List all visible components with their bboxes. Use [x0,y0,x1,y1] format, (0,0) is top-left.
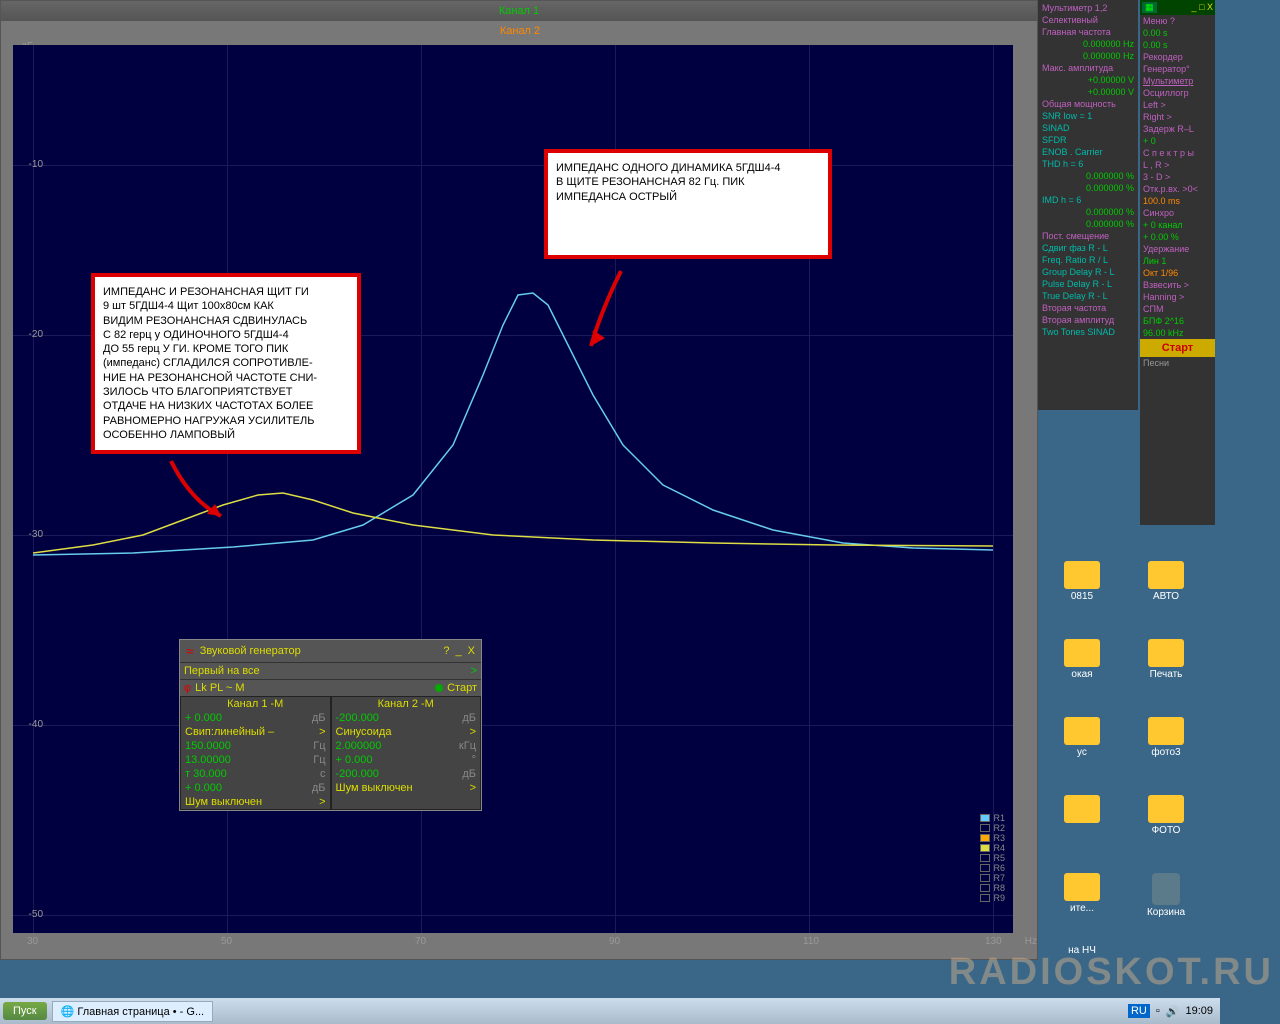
tray-icon[interactable]: ▫ [1156,1005,1160,1017]
desktop-icon[interactable]: окая [1040,633,1124,711]
x-tick: 110 [803,936,819,947]
plot-title: Канал 2 [1,25,1039,37]
desktop-icons: 0815 АВТО окая Печать ус фото3 ФОТО ите.… [1040,555,1210,1023]
soundgen-title: Звуковой генератор [200,645,438,657]
taskbar-item[interactable]: 🌐 Главная страница • - G... [52,1001,214,1022]
wave-icon: ≈ [186,643,194,659]
start-button[interactable]: Старт [401,680,481,696]
desktop-icon[interactable]: 0815 [1040,555,1124,633]
clock[interactable]: 19:09 [1185,1005,1213,1017]
x-tick: 30 [27,936,38,947]
callout-left: ИМПЕДАНС И РЕЗОНАНСНАЯ ЩИТ ГИ9 шт 5ГДШ4-… [91,273,361,454]
desktop-icon[interactable]: фото3 [1124,711,1208,789]
menu-panel[interactable]: ▦_ □ X Меню ? 0.00 s 0.00 s Рекордер Ген… [1140,0,1215,525]
legend: R1 R2 R3 R4 R5 R6 R7 R8 R9 [980,813,1005,903]
minimize-button[interactable]: _ [456,645,462,657]
desktop-icon[interactable]: ите... [1040,867,1124,945]
desktop-icon[interactable]: ФОТО [1124,789,1208,867]
arrow-right-icon [581,261,641,361]
soundgen-ch1[interactable]: Канал 1 -М + 0.000дБ Свип:линейный –> 15… [180,696,331,810]
desktop-icon[interactable]: АВТО [1124,555,1208,633]
tray-icon[interactable]: 🔊 [1166,1005,1180,1018]
arrow-left-icon [161,451,241,531]
language-indicator[interactable]: RU [1128,1004,1150,1018]
menu-icon: ▦ [1142,2,1157,13]
x-axis-unit: Hz [1025,936,1037,947]
x-tick: 50 [221,936,232,947]
soundgen-ch2[interactable]: Канал 2 -М -200.000дБ Синусоида> 2.00000… [331,696,482,810]
close-button[interactable]: X [468,645,475,657]
start-button[interactable]: Старт [1140,339,1215,357]
x-tick: 130 [985,936,1002,947]
desktop-icon[interactable]: Печать [1124,633,1208,711]
start-menu-button[interactable]: Пуск [3,1002,47,1020]
callout-right: ИМПЕДАНС ОДНОГО ДИНАМИКА 5ГДШ4-4В ЩИТЕ Р… [544,149,832,259]
x-tick: 70 [415,936,426,947]
recycle-bin[interactable]: Корзина [1124,867,1208,945]
desktop-icon[interactable]: ус [1040,711,1124,789]
taskbar[interactable]: Пуск 🌐 Главная страница • - G... RU ▫ 🔊 … [0,998,1220,1024]
soundgen-titlebar[interactable]: ≈ Звуковой генератор ? _ X [180,640,481,662]
x-tick: 90 [609,936,620,947]
lk-pl-row[interactable]: φLk PL ~ M [180,680,401,696]
multimeter-panel[interactable]: Мультиметр 1,2 Селективный Главная часто… [1038,0,1138,410]
help-button[interactable]: ? [443,645,449,657]
first-to-all[interactable]: Первый на все> [180,663,481,679]
system-tray[interactable]: RU ▫ 🔊 19:09 [1125,1004,1216,1018]
desktop-icon[interactable] [1040,789,1124,867]
spectrum-window: Канал 1 Канал 2 дБ -10 -20 -30 -40 -50 3… [0,0,1038,960]
sound-generator-panel[interactable]: ≈ Звуковой генератор ?_X Первый на все> … [179,639,482,811]
window-title: Канал 1 [1,1,1037,21]
